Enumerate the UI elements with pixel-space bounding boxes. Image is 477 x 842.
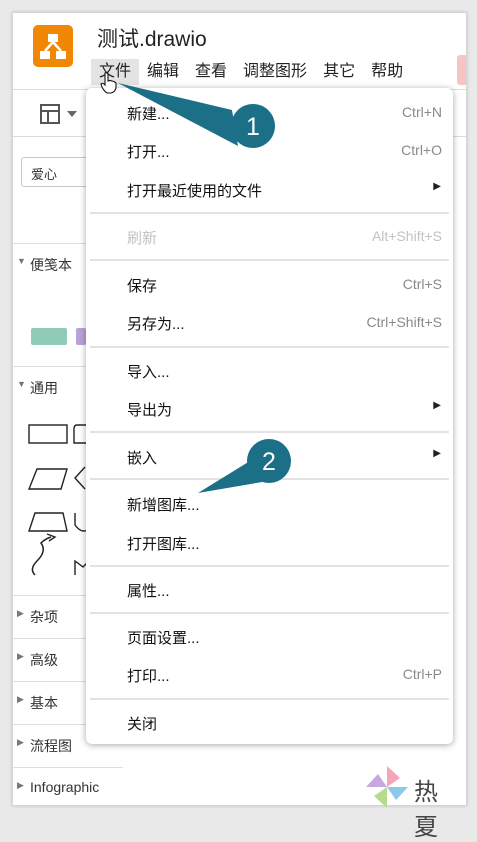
callout-annotations: 1 2 (118, 83, 291, 493)
watermark-text: 热夏 (414, 778, 444, 841)
watermark: 热夏 (364, 764, 470, 841)
callout-2-number: 2 (262, 448, 276, 476)
pinwheel-logo-icon (366, 766, 408, 808)
callout-1-number: 1 (246, 113, 260, 141)
callout-1-pointer (118, 83, 238, 146)
